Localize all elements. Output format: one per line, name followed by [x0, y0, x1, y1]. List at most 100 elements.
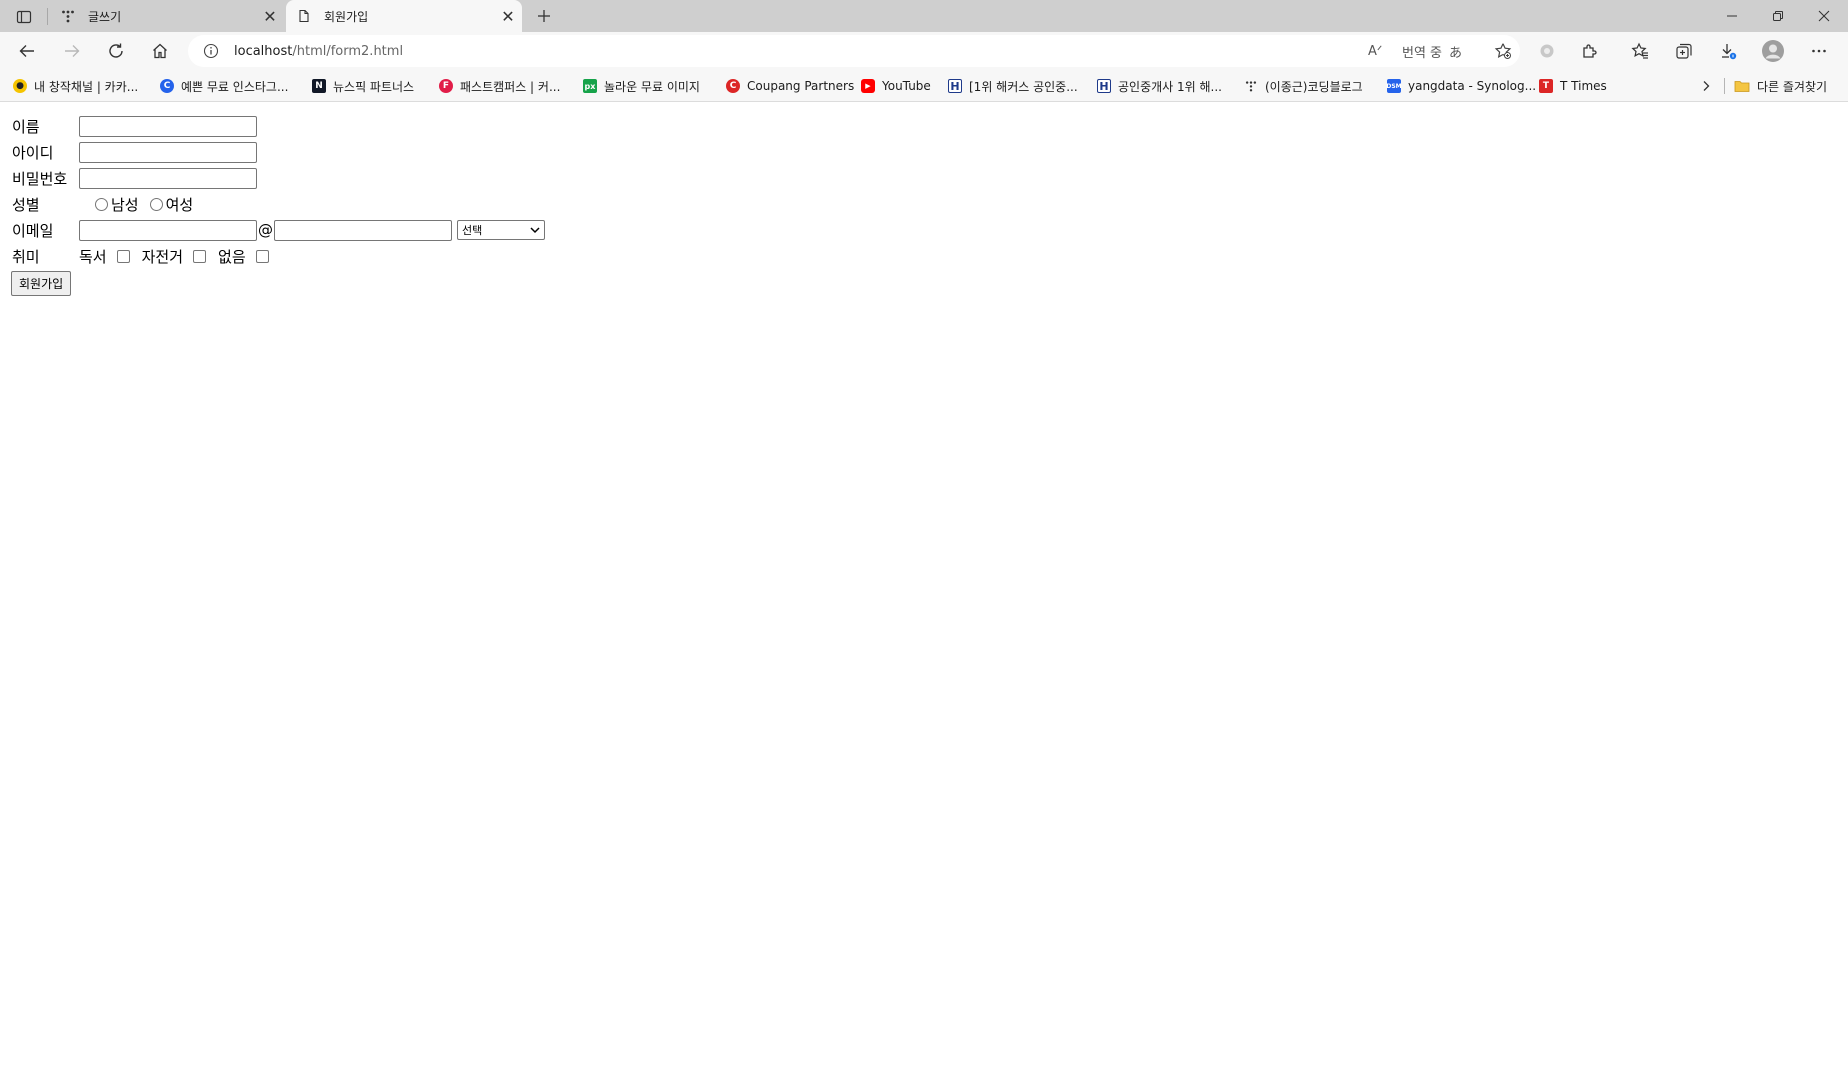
fastcampus-icon: F [439, 79, 453, 93]
hobby-reading-label: 독서 [79, 247, 107, 266]
other-favorites-label: 다른 즐겨찾기 [1757, 79, 1828, 94]
password-row: 비밀번호 [12, 167, 257, 189]
bookmark-label: 공인중개사 1위 해... [1118, 79, 1222, 94]
read-aloud-label: Aᐟ [1368, 43, 1383, 59]
hobby-none-checkbox[interactable] [255, 249, 269, 263]
id-input[interactable] [79, 141, 257, 163]
gender-male-label: 남성 [111, 195, 139, 214]
translate-icon: あ [1449, 45, 1463, 61]
hobby-bicycle-label: 자전거 [141, 247, 184, 266]
bookmark-youtube[interactable]: ▶ YouTube [861, 77, 931, 95]
translate-status-text: 번역 중 [1402, 45, 1443, 61]
window-close-icon[interactable] [1801, 0, 1847, 32]
bookmark-divider [1724, 78, 1725, 94]
forward-icon [56, 36, 88, 66]
hobby-bicycle-checkbox[interactable] [193, 249, 207, 263]
collections-icon[interactable] [1668, 36, 1700, 66]
bookmark-ttimes[interactable]: T T Times [1539, 77, 1607, 95]
name-input[interactable] [79, 115, 257, 137]
hackers-icon: H [1097, 79, 1111, 93]
chevron-right-icon[interactable] [1696, 76, 1716, 96]
extension-icon[interactable] [1531, 36, 1563, 66]
tab-write[interactable]: 글쓰기 ✕ [50, 0, 284, 32]
tab-title: 글쓰기 [88, 9, 122, 24]
email-row: 이메일 @ 선택 [12, 219, 545, 241]
bookmarks-bar: ● 내 창작채널 | 카카... C 예쁜 무료 인스타그... N 뉴스픽 파… [0, 70, 1848, 102]
read-aloud-icon[interactable]: Aᐟ [1368, 35, 1382, 67]
tab-strip: 글쓰기 ✕ 회원가입 ✕ [0, 0, 1848, 32]
hobby-row: 취미 독서 자전거 없음 [12, 245, 281, 267]
gender-male-radio[interactable] [95, 197, 108, 211]
email-domain-select[interactable]: 선택 [457, 220, 545, 240]
email-at-sign: @ [258, 221, 273, 239]
gender-female-radio[interactable] [149, 197, 163, 211]
folder-icon [1734, 79, 1750, 93]
refresh-icon[interactable] [100, 36, 132, 66]
bookmark-hackers-2[interactable]: H 공인중개사 1위 해... [1097, 77, 1222, 95]
address-bar[interactable]: localhost/html/form2.html Aᐟ 번역 중 あ [188, 35, 1520, 67]
more-menu-icon[interactable] [1803, 36, 1835, 66]
bookmark-label: 내 창작채널 | 카카... [34, 79, 139, 94]
bookmark-canva[interactable]: C 예쁜 무료 인스타그... [160, 77, 288, 95]
tistory-icon [1244, 79, 1258, 93]
profile-avatar-icon[interactable] [1757, 36, 1789, 66]
translate-status[interactable]: 번역 중 あ [1402, 35, 1462, 67]
hobby-none-label: 없음 [218, 247, 246, 266]
id-label: 아이디 [12, 143, 54, 162]
ttimes-icon: T [1539, 79, 1553, 93]
other-favorites-folder[interactable]: 다른 즐겨찾기 [1734, 77, 1827, 95]
bookmark-hackers-1[interactable]: H [1위 해커스 공인중... [948, 77, 1078, 95]
signup-submit-button[interactable]: 회원가입 [11, 271, 72, 296]
hackers-icon: H [948, 79, 962, 93]
email-local-input[interactable] [79, 219, 257, 241]
add-favorite-icon[interactable] [1494, 35, 1512, 67]
bookmark-label: [1위 해커스 공인중... [969, 79, 1078, 94]
newspick-icon: N [312, 79, 326, 93]
synology-icon: DSM [1386, 79, 1402, 93]
bookmark-label: 예쁜 무료 인스타그... [181, 79, 289, 94]
new-tab-icon[interactable] [532, 4, 556, 28]
url-path: /html/form2.html [292, 43, 404, 59]
site-info-icon[interactable] [202, 42, 220, 60]
bookmark-label: yangdata - Synolog... [1408, 79, 1537, 93]
bookmark-newspick[interactable]: N 뉴스픽 파트너스 [312, 77, 414, 95]
email-domain-input[interactable] [274, 219, 452, 241]
email-domain-select-value: 선택 [462, 224, 483, 237]
page-icon [296, 8, 312, 24]
bookmark-coupang[interactable]: C Coupang Partners [726, 77, 854, 95]
url-text[interactable]: localhost/html/form2.html [234, 44, 403, 59]
bookmark-label: 패스트캠퍼스 | 커... [460, 79, 561, 94]
bookmark-label: YouTube [882, 79, 931, 93]
name-row: 이름 [12, 115, 257, 137]
close-icon[interactable]: ✕ [498, 6, 518, 26]
hobby-reading-checkbox[interactable] [116, 249, 130, 263]
restore-icon[interactable] [1755, 0, 1801, 32]
tab-title: 회원가입 [324, 9, 369, 24]
chevron-down-icon [530, 227, 540, 234]
favorites-icon[interactable] [1624, 36, 1656, 66]
close-icon[interactable]: ✕ [260, 6, 280, 26]
back-icon[interactable] [11, 36, 43, 66]
bookmark-synology[interactable]: DSM yangdata - Synolog... [1386, 77, 1537, 95]
bookmark-kakao-channel[interactable]: ● 내 창작채널 | 카카... [13, 77, 138, 95]
gender-label: 성별 [12, 195, 40, 214]
tab-actions-icon[interactable] [10, 6, 38, 28]
signup-submit-label: 회원가입 [19, 277, 64, 291]
downloads-icon[interactable] [1712, 36, 1744, 66]
bookmark-pixabay[interactable]: px 놀라운 무료 이미지 [583, 77, 700, 95]
bookmark-fastcampus[interactable]: F 패스트캠퍼스 | 커... [439, 77, 560, 95]
canva-icon: C [160, 79, 174, 93]
name-label: 이름 [12, 117, 40, 136]
password-label: 비밀번호 [12, 169, 68, 188]
youtube-icon: ▶ [861, 79, 875, 93]
password-input[interactable] [79, 167, 257, 189]
minimize-icon[interactable] [1709, 0, 1755, 32]
home-icon[interactable] [144, 36, 176, 66]
gender-row: 성별 남성 여성 [12, 193, 193, 215]
bookmark-coding-blog[interactable]: (이종근)코딩블로그 [1244, 77, 1363, 95]
page-content: 이름 아이디 비밀번호 성별 남성 여성 이메일 @ 선택 취미 독서 자전거 … [0, 103, 1848, 1080]
bookmark-label: 놀라운 무료 이미지 [604, 79, 700, 94]
extensions-puzzle-icon[interactable] [1574, 36, 1606, 66]
id-row: 아이디 [12, 141, 257, 163]
tab-signup[interactable]: 회원가입 ✕ [286, 0, 522, 32]
